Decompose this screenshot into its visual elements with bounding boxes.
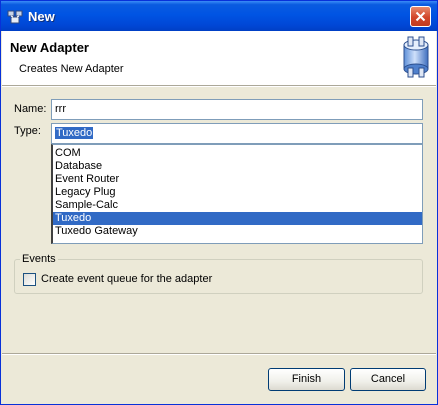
- new-adapter-dialog: New New Adapter Creates New Adapter Name…: [0, 0, 438, 405]
- list-item[interactable]: COM: [53, 147, 422, 160]
- page-subtitle: Creates New Adapter: [19, 63, 124, 75]
- footer-divider: [2, 353, 436, 355]
- event-queue-checkbox[interactable]: [23, 273, 36, 286]
- wizard-header: New Adapter Creates New Adapter: [2, 31, 436, 85]
- cancel-button[interactable]: Cancel: [350, 368, 426, 391]
- list-item[interactable]: Sample-Calc: [53, 199, 422, 212]
- list-item-selected[interactable]: Tuxedo: [53, 212, 422, 225]
- list-item[interactable]: Tuxedo Gateway: [53, 225, 422, 238]
- type-label: Type:: [14, 125, 41, 137]
- event-queue-checkbox-label[interactable]: Create event queue for the adapter: [41, 273, 212, 285]
- name-value: rrr: [55, 103, 66, 115]
- events-group-label: Events: [20, 253, 58, 265]
- type-value: Tuxedo: [55, 127, 94, 139]
- type-field[interactable]: Tuxedo: [51, 123, 423, 144]
- title-bar[interactable]: New: [1, 1, 437, 31]
- list-item[interactable]: Database: [53, 160, 422, 173]
- name-label: Name:: [14, 103, 47, 115]
- close-icon: [415, 11, 426, 22]
- list-item[interactable]: Event Router: [53, 173, 422, 186]
- adapter-icon: [400, 35, 432, 79]
- window-title: New: [28, 9, 55, 24]
- network-computers-icon: [7, 8, 23, 24]
- header-divider: [2, 85, 436, 87]
- name-field[interactable]: rrr: [51, 99, 423, 120]
- finish-button[interactable]: Finish: [268, 368, 345, 391]
- adapter-type-list[interactable]: COM Database Event Router Legacy Plug Sa…: [51, 144, 423, 244]
- close-button[interactable]: [410, 6, 431, 27]
- list-item[interactable]: Legacy Plug: [53, 186, 422, 199]
- page-title: New Adapter: [10, 40, 89, 55]
